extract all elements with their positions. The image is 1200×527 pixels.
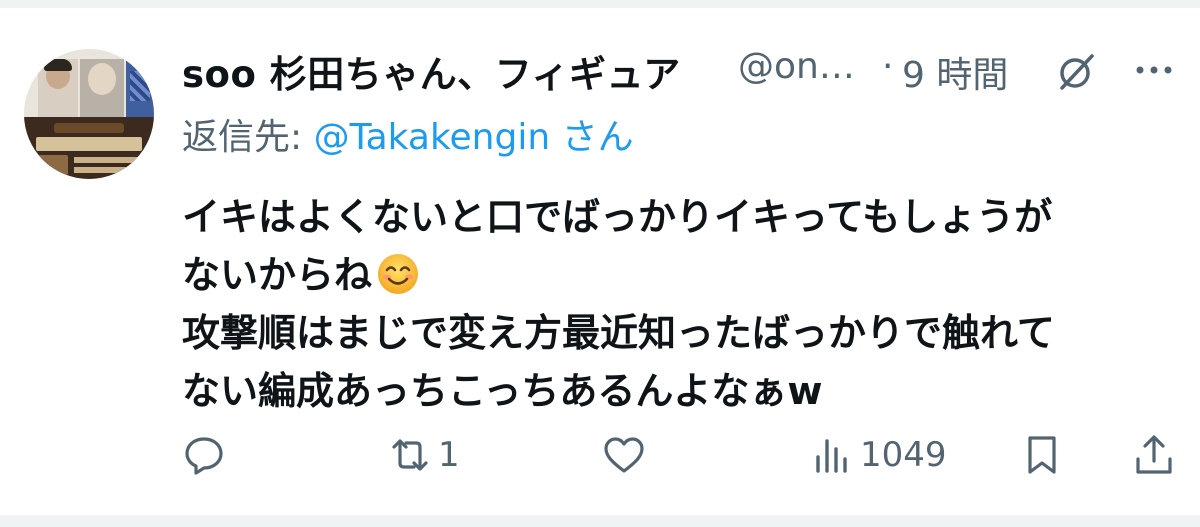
retweet-button[interactable]: 1 <box>388 433 460 477</box>
like-button[interactable] <box>602 433 652 477</box>
tweet-text: イキはよくないと口でばっかりイキってもしょうが ないからね 攻撃順はまじで変え方… <box>182 188 1172 420</box>
smiling-face-emoji-icon <box>378 254 419 294</box>
reply-button[interactable] <box>182 433 232 477</box>
reply-target-link[interactable]: @Takakengin さん <box>314 117 634 158</box>
timestamp[interactable]: 9 時間 <box>902 46 1008 98</box>
reply-label: 返信先: <box>182 117 314 158</box>
replying-to: 返信先: @Takakengin さん <box>182 108 634 160</box>
separator-dot: · <box>882 46 894 87</box>
top-divider <box>0 0 1200 8</box>
share-icon <box>1136 435 1172 474</box>
tweet-header: soo 杉田ちゃん、フィギュア @on… · 9 時間 <box>182 38 1182 96</box>
views-icon <box>816 439 847 473</box>
grok-icon[interactable] <box>1054 50 1098 94</box>
retweet-icon <box>392 439 428 471</box>
user-handle[interactable]: @on… <box>738 46 855 87</box>
more-options-icon[interactable] <box>1132 58 1176 82</box>
bottom-divider <box>0 515 1200 527</box>
tweet[interactable]: soo 杉田ちゃん、フィギュア @on… · 9 時間 返信先: @Takake… <box>0 8 1200 515</box>
tweet-actions: 1 1049 <box>182 433 1182 483</box>
tweet-text-line: 攻撃順はまじで変え方最近知ったばっかりで触れて <box>182 311 1055 355</box>
tweet-text-line: ないからね <box>182 246 1172 304</box>
views-count: 1049 <box>860 435 947 475</box>
retweet-count: 1 <box>438 435 460 475</box>
reply-icon <box>185 437 223 475</box>
avatar[interactable] <box>24 49 154 179</box>
share-button[interactable] <box>1132 433 1176 477</box>
bookmark-button[interactable] <box>1020 433 1064 477</box>
heart-icon <box>604 437 644 473</box>
views-button[interactable]: 1049 <box>810 433 947 477</box>
tweet-text-line: ない編成あっちこっちあるんよなぁw <box>182 369 823 413</box>
bookmark-icon <box>1028 436 1056 474</box>
display-name[interactable]: soo 杉田ちゃん、フィギュア <box>182 44 681 98</box>
tweet-text-line: イキはよくないと口でばっかりイキってもしょうが <box>182 195 1053 239</box>
